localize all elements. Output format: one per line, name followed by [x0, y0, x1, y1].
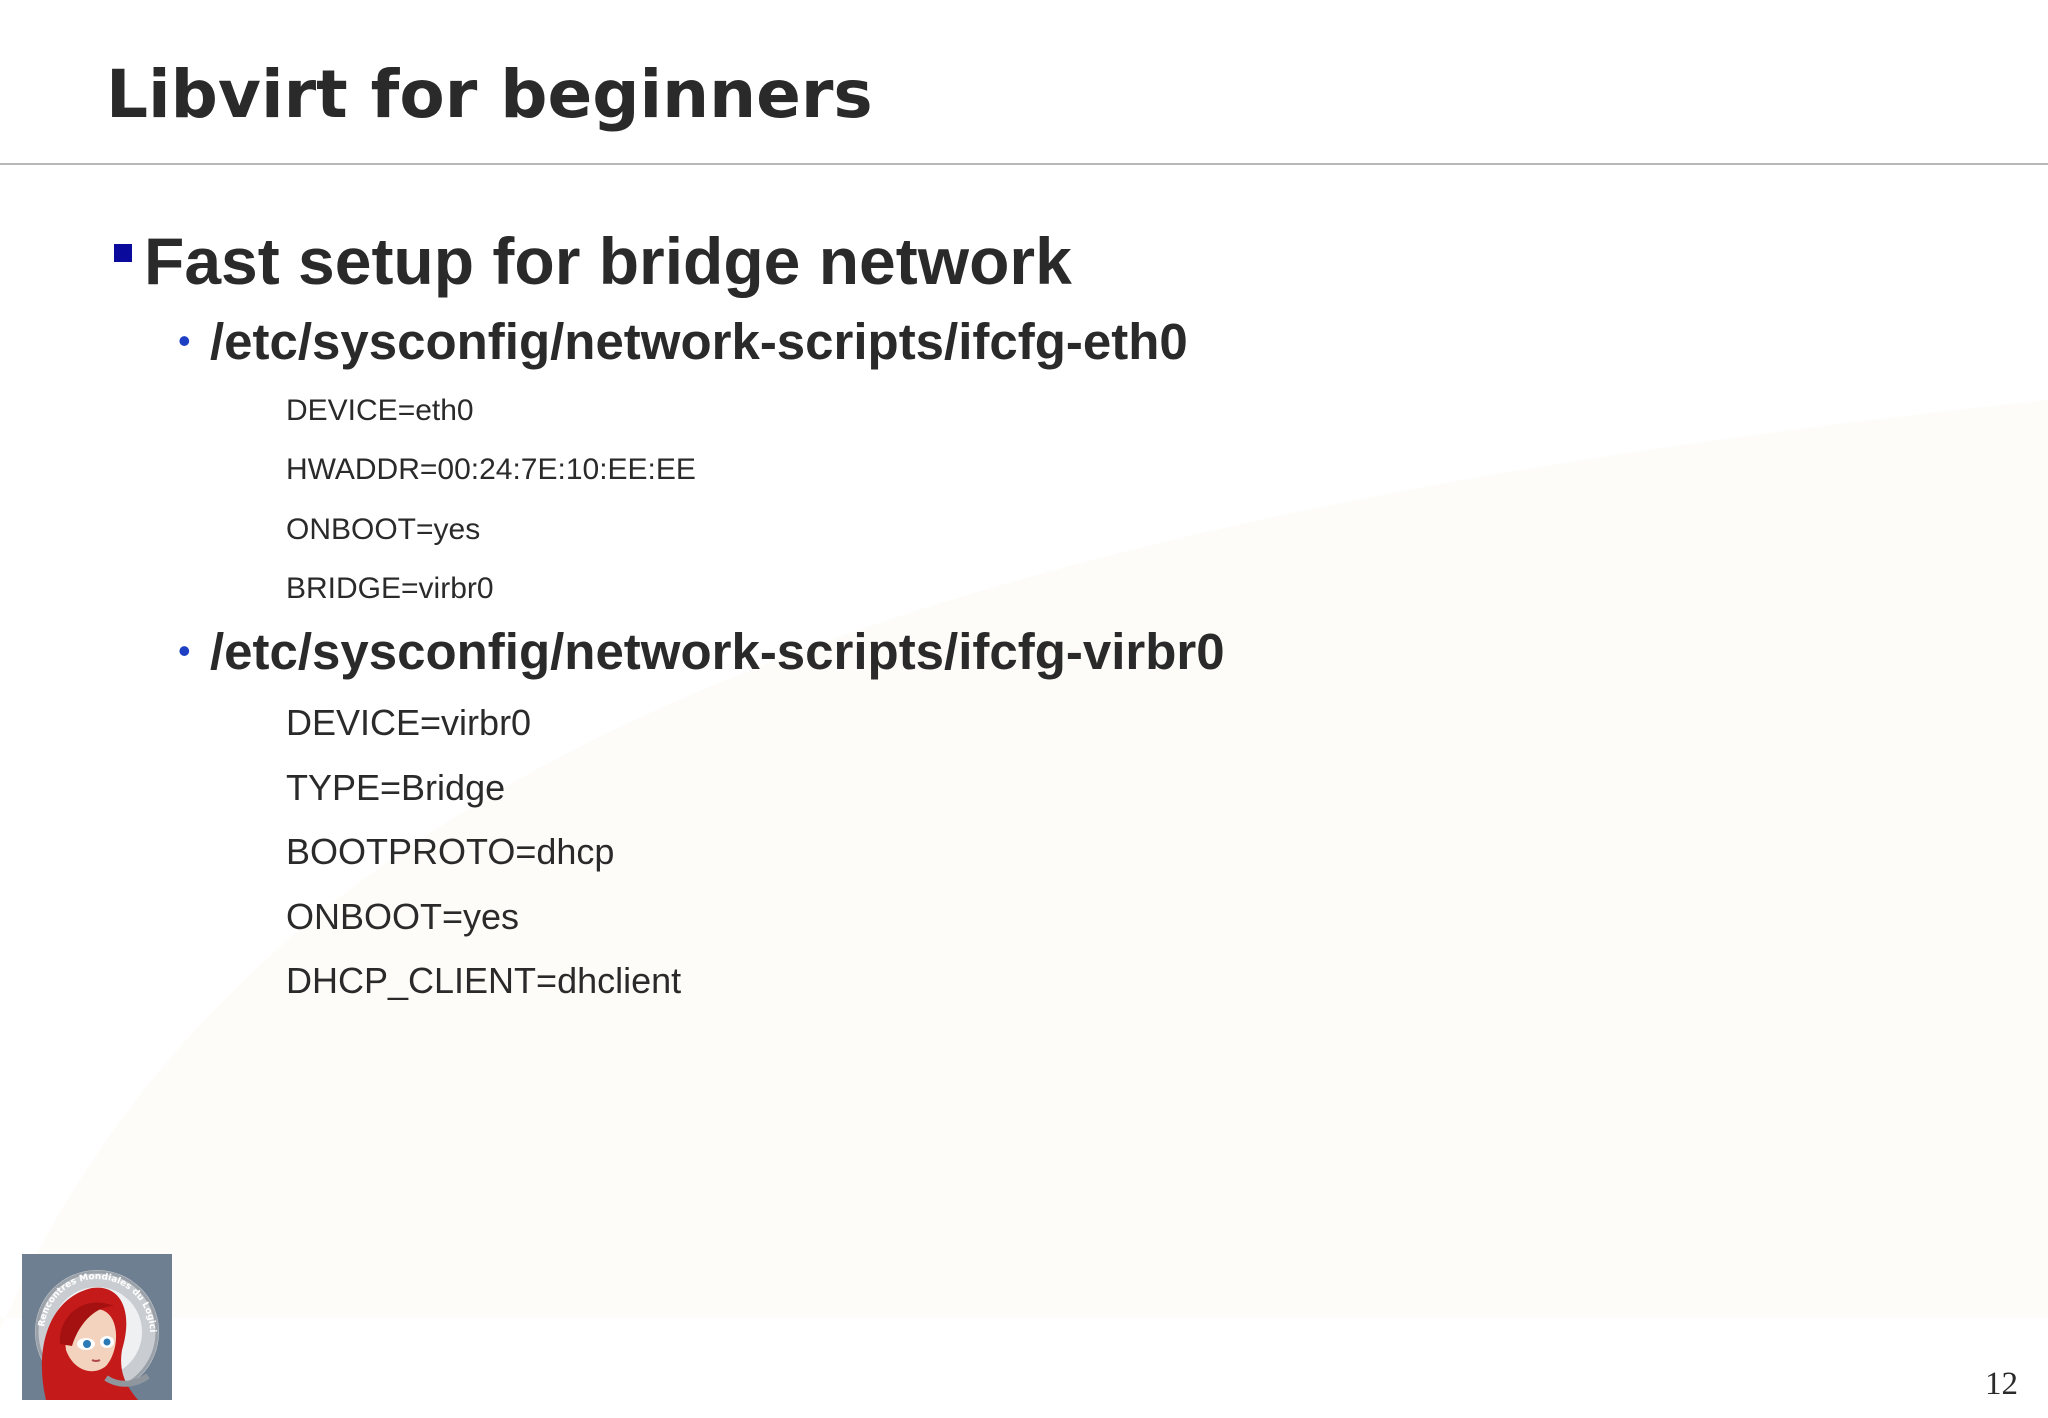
heading-bullet-item: Fast setup for bridge network — [114, 222, 1072, 300]
section-heading: Fast setup for bridge network — [144, 224, 1072, 298]
config-file-item: • /etc/sysconfig/network-scripts/ifcfg-e… — [178, 308, 1188, 374]
config-line: ONBOOT=yes — [286, 896, 520, 937]
slide-title: Libvirt for beginners — [106, 56, 873, 133]
config-line: DEVICE=virbr0 — [286, 702, 532, 743]
rmll-logo: Rencontres Mondiales du Logiciel Libre — [22, 1254, 172, 1400]
config-file-path: /etc/sysconfig/network-scripts/ifcfg-eth… — [210, 312, 1188, 370]
dot-bullet-icon: • — [178, 630, 191, 671]
config-line: DEVICE=eth0 — [286, 394, 474, 427]
square-bullet-icon — [114, 244, 132, 262]
config-line: BOOTPROTO=dhcp — [286, 831, 615, 872]
config-line: ONBOOT=yes — [286, 513, 481, 546]
config-file-path: /etc/sysconfig/network-scripts/ifcfg-vir… — [210, 622, 1225, 680]
dot-bullet-icon: • — [178, 320, 191, 361]
config-line: TYPE=Bridge — [286, 767, 506, 808]
config-file-item: • /etc/sysconfig/network-scripts/ifcfg-v… — [178, 618, 1225, 684]
title-divider — [0, 163, 2048, 165]
config-line: DHCP_CLIENT=dhclient — [286, 960, 682, 1001]
config-line: BRIDGE=virbr0 — [286, 572, 494, 605]
page-number: 12 — [1985, 1366, 2018, 1402]
config-line: HWADDR=00:24:7E:10:EE:EE — [286, 453, 696, 486]
